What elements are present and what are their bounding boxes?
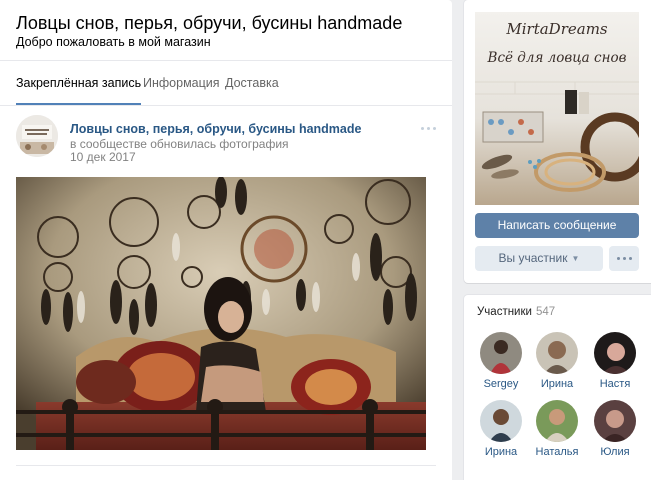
member-avatar [480, 332, 522, 374]
post-photo[interactable] [16, 177, 426, 450]
tabs-bar: Закреплённая запись Информация Доставка [0, 60, 452, 106]
tab-delivery[interactable]: Доставка [225, 61, 279, 104]
group-cover-card: MirtaDreams Всё для ловца снов Написать … [464, 0, 651, 283]
group-main-card: Ловцы снов, перья, обручи, бусины handma… [0, 0, 452, 480]
member-name: Юлия [600, 446, 630, 458]
cover-title-text: MirtaDreams [506, 20, 608, 38]
member-name: Ирина [484, 446, 518, 458]
group-cover-image[interactable]: MirtaDreams Всё для ловца снов [475, 12, 639, 205]
member-avatar [536, 332, 578, 374]
member-item[interactable]: Ирина [473, 400, 529, 458]
ellipsis-icon [617, 257, 620, 260]
post-more-icon[interactable] [418, 120, 438, 136]
group-actions-more-button[interactable] [609, 246, 639, 271]
dreamcatcher-photo-illustration [16, 177, 426, 450]
member-item[interactable]: Sergey [473, 332, 529, 390]
chevron-down-icon: ▼ [571, 254, 580, 263]
members-card: Участники 547 Sergey Ирина Настя Ирина На… [464, 295, 651, 480]
member-item[interactable]: Ирина [529, 332, 585, 390]
member-name: Ирина [540, 378, 574, 390]
tab-pinned-post[interactable]: Закреплённая запись [16, 61, 142, 105]
member-name: Наталья [535, 446, 579, 458]
cover-subtitle-text: Всё для ловца снов [487, 50, 627, 66]
cover-photo-illustration [475, 12, 639, 205]
post-divider [16, 465, 436, 466]
group-status: Добро пожаловать в мой магазин [16, 35, 211, 49]
members-header[interactable]: Участники 547 [477, 306, 555, 318]
membership-dropdown-button[interactable]: Вы участник ▼ [475, 246, 603, 271]
member-item[interactable]: Юлия [587, 400, 643, 458]
member-item[interactable]: Настя [587, 332, 643, 390]
post-author-avatar[interactable] [16, 115, 58, 157]
post-date[interactable]: 10 дек 2017 [70, 150, 136, 164]
members-label: Участники [477, 306, 532, 318]
group-title: Ловцы снов, перья, обручи, бусины handma… [16, 13, 403, 33]
member-item[interactable]: Наталья [529, 400, 585, 458]
member-avatar [594, 332, 636, 374]
tab-information[interactable]: Информация [143, 61, 220, 104]
member-avatar [480, 400, 522, 442]
member-avatar [536, 400, 578, 442]
membership-label: Вы участник [498, 251, 568, 265]
member-avatar [594, 400, 636, 442]
write-message-button[interactable]: Написать сообщение [475, 213, 639, 238]
post-author-link[interactable]: Ловцы снов, перья, обручи, бусины handma… [70, 122, 361, 136]
post-action-text: в сообществе обновилась фотография [70, 137, 289, 151]
member-name: Настя [599, 378, 631, 390]
members-count: 547 [535, 306, 556, 318]
member-name: Sergey [483, 378, 519, 390]
